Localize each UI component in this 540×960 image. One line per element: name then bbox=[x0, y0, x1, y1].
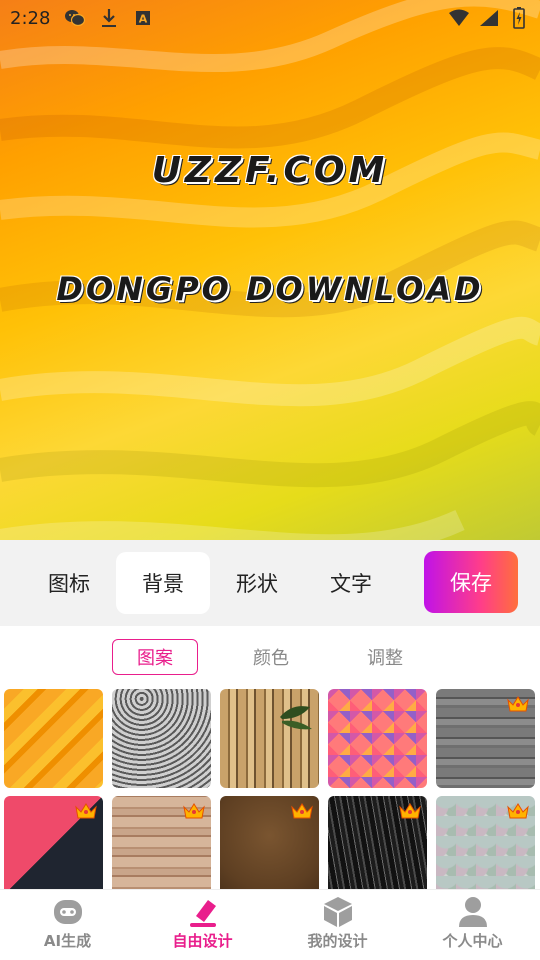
subtab-color[interactable]: 颜色 bbox=[228, 639, 314, 675]
pattern-tile-brown-paper[interactable] bbox=[220, 796, 319, 889]
background-subtabs: 图案 颜色 调整 bbox=[0, 626, 540, 688]
status-bar: 2:28 A bbox=[0, 0, 540, 36]
editor-toolbar: 图标 背景 形状 文字 保存 bbox=[0, 540, 540, 626]
svg-text:A: A bbox=[139, 13, 148, 26]
crown-icon bbox=[182, 801, 206, 821]
pattern-tile-bamboo[interactable] bbox=[220, 689, 319, 788]
bottom-navigation: AI生成 自由设计 我的设计 个人中心 bbox=[0, 889, 540, 960]
wechat-icon bbox=[64, 7, 86, 29]
pattern-tile-color-triangles[interactable] bbox=[328, 689, 427, 788]
pattern-tile-gray-wood[interactable] bbox=[436, 689, 535, 788]
nav-profile[interactable]: 个人中心 bbox=[405, 890, 540, 960]
save-button[interactable]: 保存 bbox=[424, 551, 518, 613]
person-icon bbox=[456, 896, 490, 928]
pattern-tile-black-bark[interactable] bbox=[328, 796, 427, 889]
canvas-text-line-2[interactable]: DONGPO DOWNLOAD bbox=[0, 270, 540, 308]
tab-icon[interactable]: 图标 bbox=[22, 552, 116, 614]
status-time: 2:28 bbox=[10, 7, 51, 29]
crown-icon bbox=[290, 801, 314, 821]
nav-label: 自由设计 bbox=[172, 932, 233, 950]
pen-icon bbox=[186, 896, 220, 928]
subtab-adjust[interactable]: 调整 bbox=[342, 639, 428, 675]
tab-shape[interactable]: 形状 bbox=[210, 552, 304, 614]
nav-label: AI生成 bbox=[43, 932, 92, 950]
pattern-tile-light-wood[interactable] bbox=[112, 796, 211, 889]
a-letter-icon: A bbox=[132, 7, 154, 29]
download-icon bbox=[98, 7, 120, 29]
tab-text[interactable]: 文字 bbox=[304, 552, 398, 614]
wifi-icon bbox=[448, 7, 470, 29]
nav-free-design[interactable]: 自由设计 bbox=[135, 890, 270, 960]
crown-icon bbox=[74, 801, 98, 821]
crown-icon bbox=[398, 801, 422, 821]
crown-icon bbox=[506, 694, 530, 714]
canvas-text-line-1[interactable]: UZZF.COM bbox=[0, 150, 540, 191]
cube-icon bbox=[321, 896, 355, 928]
pattern-tile-pastel-scales[interactable] bbox=[436, 796, 535, 889]
nav-ai-generate[interactable]: AI生成 bbox=[0, 890, 135, 960]
pattern-grid bbox=[4, 689, 536, 889]
pattern-tile-gray-rings[interactable] bbox=[112, 689, 211, 788]
bamboo-leaf-icon bbox=[280, 706, 312, 730]
signal-icon bbox=[478, 7, 500, 29]
crown-icon bbox=[506, 801, 530, 821]
nav-label: 个人中心 bbox=[442, 932, 503, 950]
battery-charging-icon bbox=[508, 7, 530, 29]
robot-icon bbox=[51, 896, 85, 928]
design-canvas[interactable]: 2:28 A UZZF.COM DONGPO DOWNLOAD bbox=[0, 0, 540, 540]
nav-my-designs[interactable]: 我的设计 bbox=[270, 890, 405, 960]
subtab-pattern[interactable]: 图案 bbox=[112, 639, 198, 675]
pattern-tile-dark-pink-diagonal[interactable] bbox=[4, 796, 103, 889]
nav-label: 我的设计 bbox=[307, 932, 368, 950]
pattern-tile-yellow-waves[interactable] bbox=[4, 689, 103, 788]
tab-background[interactable]: 背景 bbox=[116, 552, 210, 614]
